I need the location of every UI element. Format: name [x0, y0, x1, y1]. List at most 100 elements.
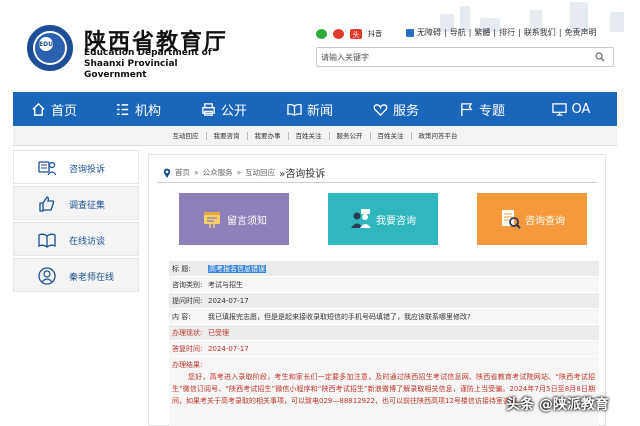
sidebar-item-label: 秦老师在线: [69, 273, 115, 283]
print-icon: [202, 102, 215, 116]
nav-oa[interactable]: OA: [525, 92, 617, 126]
link-disclaimer[interactable]: 免责声明: [565, 27, 597, 38]
sidebar-item-survey[interactable]: 调查征集: [13, 186, 139, 220]
accessibility-icon: [406, 28, 414, 37]
nav-service-label: 服务: [392, 103, 419, 119]
link-traditional[interactable]: 繁體: [474, 27, 490, 38]
subnav-item[interactable]: 百姓关注: [371, 131, 412, 140]
sidebar-item-interview[interactable]: 在线访谈: [13, 222, 139, 256]
field-label: 咨询类别:: [172, 281, 203, 289]
consult-icon: [38, 161, 56, 176]
submit-time-value: 2024-07-17: [208, 297, 249, 305]
field-label: 答复时间:: [172, 345, 203, 353]
nav-service[interactable]: 服务: [353, 92, 439, 126]
detail-row-title: 标 题: 高考报名信息错误: [169, 261, 599, 277]
field-label: 内 容:: [172, 313, 191, 321]
detail-row-category: 咨询类别: 考试与招生: [169, 277, 599, 293]
detail-row-reply-time: 答复时间: 2024-07-17: [169, 341, 599, 357]
card-notice[interactable]: 留言须知: [179, 193, 289, 245]
field-label: 标 题:: [172, 265, 191, 273]
douyin-icon[interactable]: 抖音: [368, 28, 382, 40]
reply-time-value: 2024-07-17: [208, 345, 249, 353]
book-icon: [287, 103, 302, 116]
breadcrumb-home[interactable]: 首页: [175, 167, 190, 178]
nav-topics-label: 专题: [478, 103, 505, 119]
breadcrumb-service[interactable]: 公众服务: [203, 167, 233, 178]
sidebar-item-label: 调查征集: [69, 201, 106, 211]
subnav-item[interactable]: 我要咨询: [207, 131, 248, 140]
ministry-logo[interactable]: EDU: [27, 25, 73, 71]
thumbs-up-icon: [39, 196, 55, 212]
nav-topics[interactable]: 专题: [439, 92, 525, 126]
nav-public-label: 公开: [220, 103, 247, 119]
sidebar-item-label: 在线访谈: [69, 237, 106, 247]
detail-row-submit-time: 提问时间: 2024-07-17: [169, 293, 599, 309]
field-label: 办理现状:: [172, 329, 203, 337]
heart-icon: [373, 103, 388, 116]
sub-nav: 互动回应 我要咨询 我要办事 百姓关注 服务公开 百姓关注 政策问答平台: [13, 126, 617, 146]
toutiao-icon[interactable]: 头条: [350, 29, 362, 51]
detail-result: 办理结果: 您好，高考进入录取阶段，考生和家长们一定要多加注意，及时通过陕西招生…: [169, 357, 599, 426]
main-nav: 首页 机构 公开 新闻 服务 专题 OA: [13, 92, 617, 126]
site-title-en-line1: Education Department of: [84, 48, 212, 58]
location-pin-icon: [163, 168, 171, 178]
category-value: 考试与招生: [208, 281, 243, 289]
subnav-item[interactable]: 百姓关注: [289, 131, 330, 140]
card-consult-label: 我要咨询: [376, 215, 416, 227]
title-value: 高考报名信息错误: [208, 265, 266, 273]
notice-board-icon: [204, 212, 220, 228]
social-links: 头条 抖音: [316, 28, 382, 51]
document-search-icon: [502, 210, 521, 229]
status-value: 已受理: [208, 329, 229, 337]
detail-row-status: 办理现状: 已受理: [169, 325, 599, 341]
card-consult[interactable]: 我要咨询: [328, 193, 438, 245]
divider: [157, 182, 597, 183]
site-title-en-line2: Shaanxi Provincial Government: [84, 59, 178, 80]
weibo-icon[interactable]: [333, 29, 344, 39]
sidebar-item-teacher-online[interactable]: 秦老师在线: [13, 258, 139, 292]
org-icon: [116, 103, 129, 115]
search-box: [316, 47, 614, 67]
field-label: 提问时间:: [172, 297, 203, 305]
nav-home[interactable]: 首页: [13, 92, 95, 126]
nav-news-label: 新闻: [306, 103, 333, 119]
search-input[interactable]: [321, 50, 581, 64]
logo-text: EDU: [39, 37, 53, 51]
watermark: 头条 @陕派教育: [506, 397, 609, 413]
book-icon: [38, 233, 56, 248]
content-value: 我已填报完志愿，但是是起来接收录取短信的手机号码填错了，我应该联系哪里修改?: [208, 313, 471, 321]
nav-public[interactable]: 公开: [181, 92, 267, 126]
people-chat-icon: [351, 209, 371, 228]
top-links: 无障碍 | 导航 | 繁體 | 排行 | 联系我们 | 免责声明: [406, 27, 597, 38]
link-accessibility[interactable]: 无障碍: [417, 27, 441, 38]
sidebar-item-consult[interactable]: 咨询投诉: [13, 150, 139, 184]
link-navigation[interactable]: 导航: [450, 27, 466, 38]
link-contact[interactable]: 联系我们: [524, 27, 556, 38]
link-ranking[interactable]: 排行: [499, 27, 515, 38]
subnav-item[interactable]: 政策问答平台: [412, 132, 465, 140]
wechat-icon[interactable]: [316, 29, 327, 39]
field-label: 办理结果:: [172, 361, 203, 369]
card-query-label: 咨询查询: [525, 215, 565, 227]
subnav-item[interactable]: 服务公开: [330, 131, 371, 140]
page-root: EDU 陕西省教育厅 Education Department of Shaan…: [0, 0, 640, 426]
subnav-item[interactable]: 互动回应: [166, 131, 207, 140]
nav-news[interactable]: 新闻: [267, 92, 353, 126]
card-query[interactable]: 咨询查询: [477, 193, 587, 245]
sidebar-item-label: 咨询投诉: [69, 165, 106, 175]
breadcrumb-current: »咨询投诉: [279, 169, 326, 180]
subnav-item[interactable]: 我要办事: [248, 131, 289, 140]
home-icon: [32, 102, 45, 116]
action-cards: 留言须知 我要咨询 咨询查询: [179, 193, 589, 245]
nav-home-label: 首页: [50, 103, 77, 119]
site-header: EDU 陕西省教育厅 Education Department of Shaan…: [0, 0, 640, 92]
nav-org[interactable]: 机构: [95, 92, 181, 126]
breadcrumb-interaction[interactable]: 互动回应: [245, 167, 275, 178]
breadcrumb-separator: »: [194, 168, 199, 177]
breadcrumb: 首页 » 公众服务 » 互动回应 »咨询投诉: [163, 165, 325, 180]
nav-oa-label: OA: [571, 101, 591, 117]
site-title-en: Education Department of Shaanxi Provinci…: [84, 48, 224, 81]
detail-row-content: 内 容: 我已填报完志愿，但是是起来接收录取短信的手机号码填错了，我应该联系哪里修…: [169, 309, 599, 325]
card-notice-label: 留言须知: [227, 215, 267, 227]
search-icon[interactable]: [595, 52, 605, 62]
